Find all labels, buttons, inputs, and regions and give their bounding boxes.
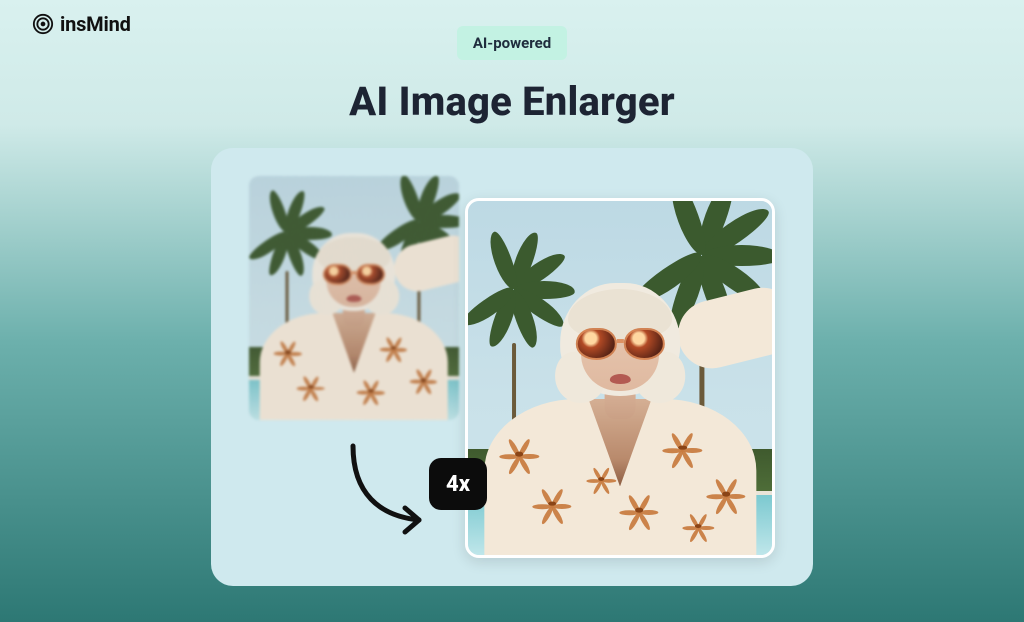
page-header: AI-powered AI Image Enlarger [0,26,1024,125]
arrow-icon [333,438,443,548]
scale-badge: 4x [429,458,487,510]
demo-card: 4x [211,148,813,586]
after-image [465,198,775,558]
page-title: AI Image Enlarger [0,78,1024,125]
before-image [249,176,459,420]
feature-badge: AI-powered [457,26,567,60]
